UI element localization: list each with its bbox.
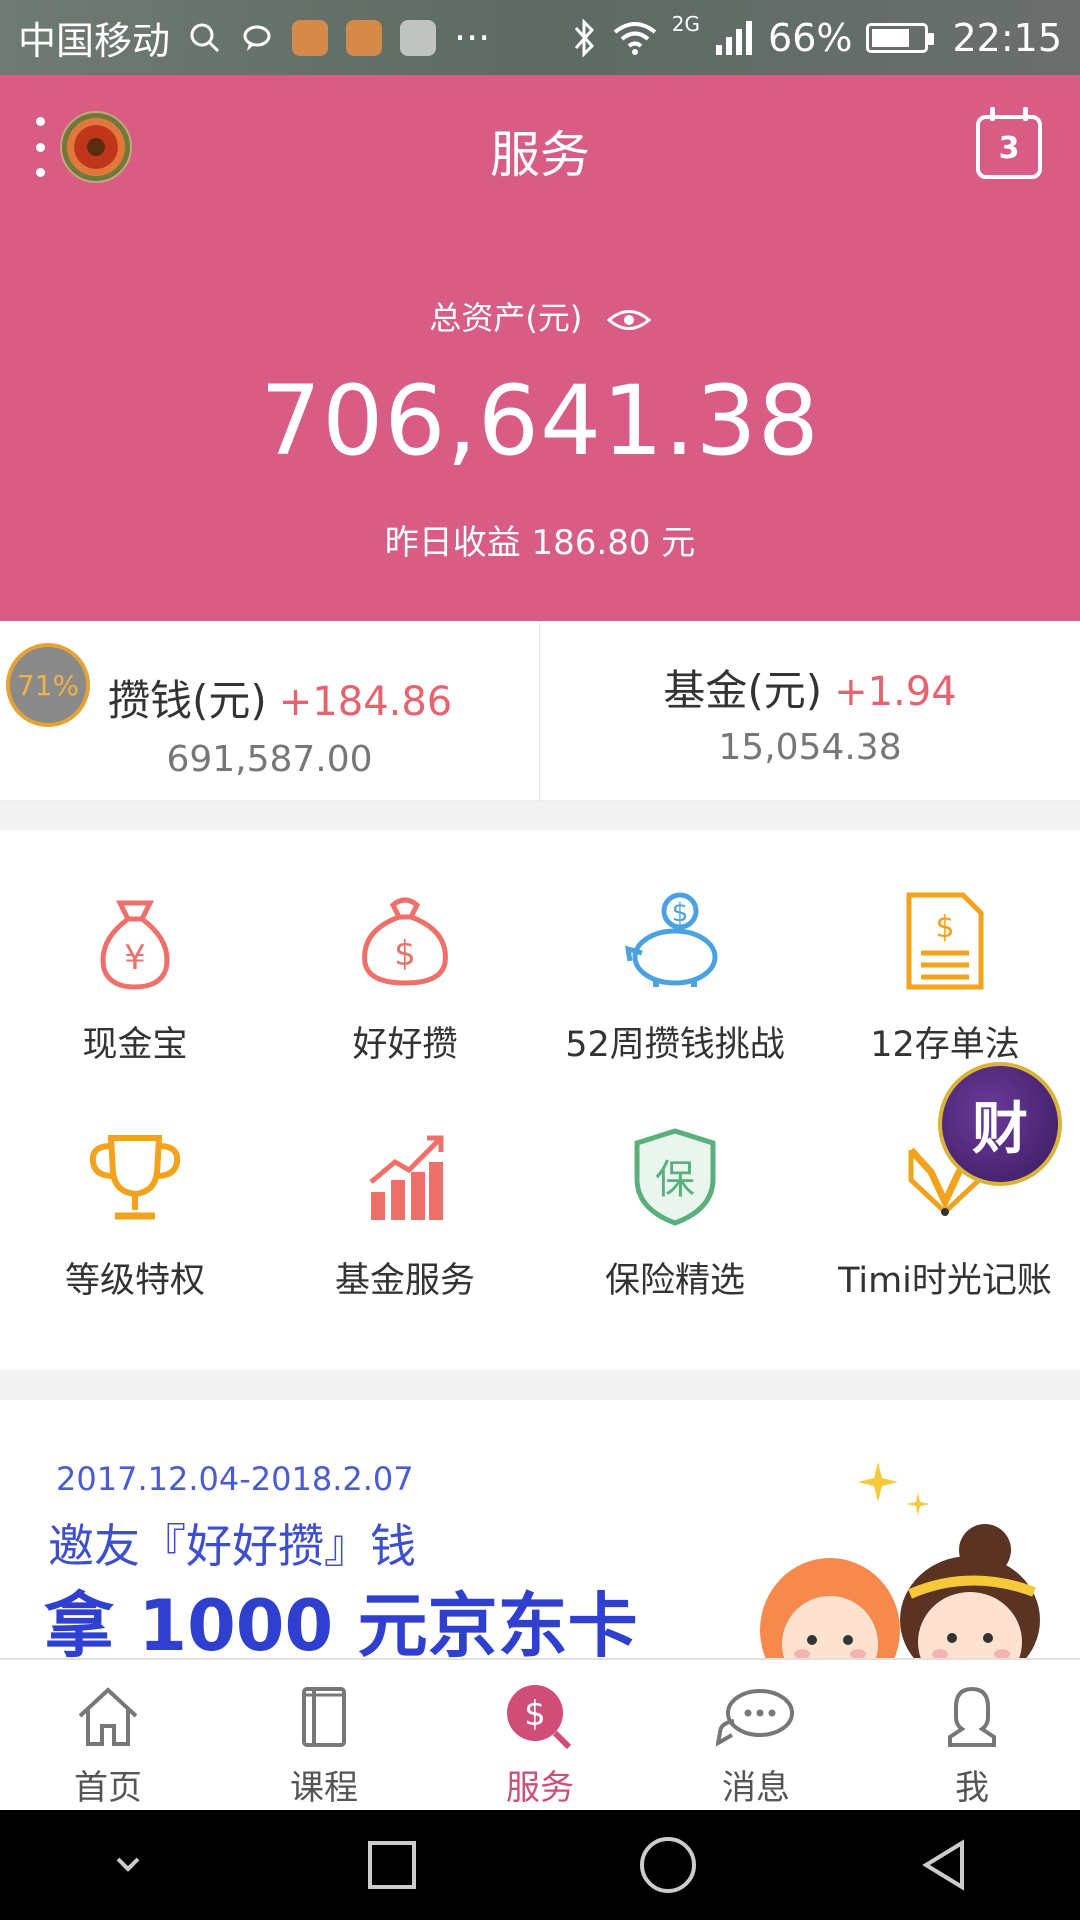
fund-title: 基金(元) xyxy=(663,666,823,715)
bluetooth-icon xyxy=(574,17,594,58)
app-notification-icon xyxy=(400,19,437,56)
tab-label: 消息 xyxy=(722,1768,790,1808)
tab-services[interactable]: $ 服务 xyxy=(432,1660,648,1810)
savings-title: 攒钱(元) xyxy=(108,676,267,725)
tab-me[interactable]: 我 xyxy=(864,1660,1080,1810)
tab-courses[interactable]: 课程 xyxy=(216,1660,432,1810)
tab-label: 首页 xyxy=(74,1768,142,1808)
svg-text:$: $ xyxy=(394,934,416,974)
system-navigation-bar xyxy=(0,1810,1080,1920)
account-summary: 71% 攒钱(元) +184.86 691,587.00 基金(元) +1.94 1… xyxy=(0,621,1080,801)
more-notifications: ··· xyxy=(454,15,491,60)
bottom-tab-bar: 首页 课程 $ 服务 消息 我 xyxy=(0,1658,1080,1810)
search-icon xyxy=(190,23,220,52)
message-icon xyxy=(716,1689,794,1747)
sparkle-icon xyxy=(858,1462,930,1516)
service-label: 好好攒 xyxy=(352,1025,458,1065)
shield-icon: 保 xyxy=(634,1128,716,1226)
page-title: 服务 xyxy=(490,126,590,184)
app-notification-icon xyxy=(346,19,383,56)
floating-finance-badge[interactable]: 财 xyxy=(938,1062,1062,1186)
money-bag-yen-icon: ¥ xyxy=(100,900,170,990)
service-insurance[interactable]: 保 保险精选 xyxy=(540,1122,810,1303)
service-save-well[interactable]: $ 好好攒 xyxy=(270,886,540,1067)
service-label: Timi时光记账 xyxy=(838,1261,1052,1301)
book-icon xyxy=(302,1687,346,1747)
svg-text:$: $ xyxy=(672,898,689,928)
back-icon[interactable] xyxy=(916,1837,972,1893)
yesterday-earnings: 昨日收益 186.80 元 xyxy=(384,523,696,563)
battery-icon xyxy=(866,22,935,53)
calendar-day: 3 xyxy=(998,131,1020,166)
service-fund[interactable]: 基金服务 xyxy=(270,1122,540,1303)
promo-headline: 邀友『好好攒』钱 xyxy=(48,1519,416,1573)
app-notification-icon xyxy=(292,19,329,56)
progress-badge: 71% xyxy=(6,643,90,727)
document-dollar-icon: $ xyxy=(906,892,984,990)
service-cash-treasure[interactable]: ¥ 现金宝 xyxy=(0,886,270,1067)
savings-value: 691,587.00 xyxy=(166,739,373,780)
section-divider xyxy=(0,1370,1080,1400)
bar-chart-icon xyxy=(369,1135,444,1220)
home-icon xyxy=(78,1687,138,1746)
money-bag-dollar-icon: $ xyxy=(362,897,448,986)
tab-label: 服务 xyxy=(506,1768,574,1808)
asset-header: 服务 3 总资产(元) 706,641.38 昨日收益 186.80 元 xyxy=(0,75,1080,621)
service-label: 现金宝 xyxy=(82,1025,188,1065)
network-type: 2G xyxy=(671,11,701,36)
svg-text:$: $ xyxy=(935,910,954,945)
battery-percent: 66% xyxy=(768,15,853,60)
service-12-deposit-method[interactable]: $ 12存单法 xyxy=(810,886,1080,1067)
total-assets-label-text: 总资产(元) xyxy=(429,299,583,337)
services-grid: ¥ 现金宝 $ 好好攒 $ 52周攒钱挑战 $ 12存单法 等级特权 基金服务 … xyxy=(0,830,1080,1370)
svg-text:保: 保 xyxy=(655,1157,695,1203)
eye-icon[interactable] xyxy=(606,305,651,335)
piggy-bank-icon: $ xyxy=(624,892,718,987)
service-label: 保险精选 xyxy=(604,1261,745,1301)
service-52-week-challenge[interactable]: $ 52周攒钱挑战 xyxy=(540,886,810,1067)
user-icon xyxy=(948,1686,996,1747)
calendar-checkin-button[interactable]: 3 xyxy=(976,107,1042,179)
svg-text:¥: ¥ xyxy=(124,938,146,978)
service-label: 12存单法 xyxy=(870,1025,1020,1065)
tab-label: 我 xyxy=(955,1768,989,1808)
savings-summary[interactable]: 71% 攒钱(元) +184.86 691,587.00 xyxy=(0,621,540,801)
home-button-icon[interactable] xyxy=(636,1833,700,1897)
promo-date: 2017.12.04-2018.2.07 xyxy=(56,1460,414,1498)
chat-bubble-icon xyxy=(243,25,271,51)
status-bar: 中国移动 ··· 2G 66% 22:15 xyxy=(0,0,1080,75)
service-level-privilege[interactable]: 等级特权 xyxy=(0,1122,270,1303)
total-assets-amount: 706,641.38 xyxy=(260,365,820,477)
trophy-icon xyxy=(89,1135,181,1220)
savings-delta: +184.86 xyxy=(278,679,453,725)
tab-messages[interactable]: 消息 xyxy=(648,1660,864,1810)
service-label: 等级特权 xyxy=(64,1261,205,1301)
cartoon-characters-illustration xyxy=(760,1524,1040,1658)
fund-value: 15,054.38 xyxy=(718,727,902,768)
service-label: 基金服务 xyxy=(334,1261,475,1301)
tab-home[interactable]: 首页 xyxy=(0,1660,216,1810)
promo-banner[interactable]: 2017.12.04-2018.2.07 邀友『好好攒』钱 拿 1000 元京东… xyxy=(0,1400,1080,1658)
signal-icon xyxy=(716,20,753,55)
carrier-name: 中国移动 xyxy=(18,19,171,63)
total-assets-label: 总资产(元) xyxy=(0,293,1080,339)
recent-apps-icon[interactable] xyxy=(364,1837,420,1893)
promo-offer: 拿 1000 元京东卡 xyxy=(44,1585,638,1658)
clock: 22:15 xyxy=(952,15,1062,60)
svg-text:$: $ xyxy=(524,1694,546,1734)
fund-summary[interactable]: 基金(元) +1.94 15,054.38 xyxy=(540,621,1080,801)
service-dollar-icon: $ xyxy=(507,1685,572,1750)
service-label: 52周攒钱挑战 xyxy=(565,1025,785,1065)
floating-badge-text: 财 xyxy=(972,1096,1028,1162)
fund-delta: +1.94 xyxy=(834,669,957,715)
chevron-down-icon[interactable] xyxy=(108,1845,148,1885)
tab-label: 课程 xyxy=(290,1768,358,1808)
section-divider xyxy=(0,801,1080,831)
wifi-icon xyxy=(613,21,657,55)
